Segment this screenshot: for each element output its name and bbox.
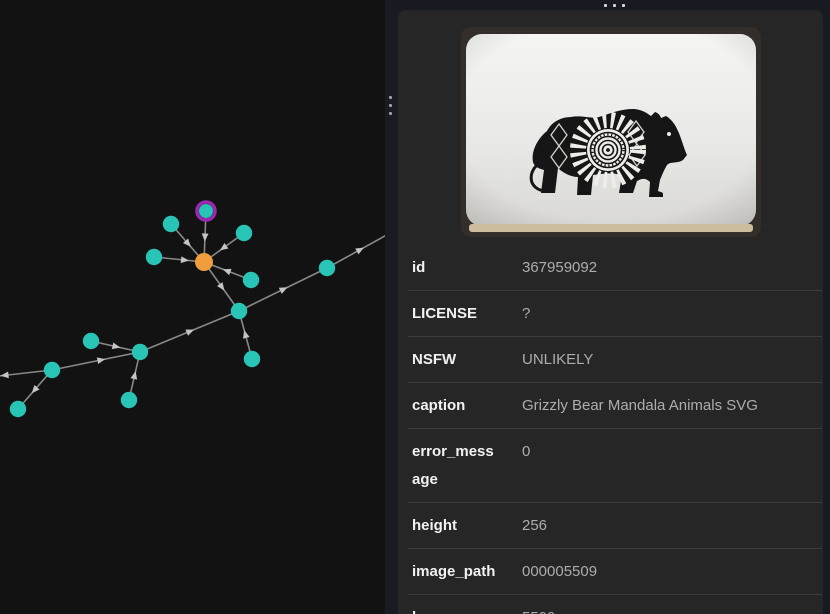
field-key: height <box>412 512 498 540</box>
panel-drag-handle-icon[interactable] <box>398 0 830 10</box>
graph-node-n13[interactable] <box>121 392 137 408</box>
detail-region: id 367959092 LICENSE? NSFW UNLIKELY caption Gr… <box>398 0 830 614</box>
edge-arrow-icon <box>185 326 195 335</box>
field-value: UNLIKELY <box>522 346 822 374</box>
graph-edge <box>52 352 140 370</box>
field-row-image_path: image_path 000005509 <box>408 549 822 595</box>
field-row-id: id 367959092 <box>408 245 822 291</box>
field-row-caption: caption Grizzly Bear Mandala Animals SVG <box>408 383 822 429</box>
graph-node-n1[interactable] <box>163 216 179 232</box>
graph-node-n9[interactable] <box>83 333 99 349</box>
field-row-error_message: error_message 0 <box>408 429 822 503</box>
edge-arrow-icon <box>222 266 232 275</box>
field-key: LICENSE <box>412 300 498 328</box>
graph-node-n2[interactable] <box>199 204 213 218</box>
graph-canvas[interactable] <box>0 0 385 614</box>
graph-node-n8[interactable] <box>231 303 247 319</box>
graph-node-n12[interactable] <box>44 362 60 378</box>
graph-node-n4[interactable] <box>146 249 162 265</box>
graph-node-n11[interactable] <box>244 351 260 367</box>
graph-node-n5[interactable] <box>195 253 213 271</box>
graph-edge <box>327 232 385 268</box>
graph-node-n6[interactable] <box>243 272 259 288</box>
graph-node-n3[interactable] <box>236 225 252 241</box>
bear-mandala-illustration <box>461 27 761 237</box>
graph-node-n14[interactable] <box>10 401 26 417</box>
edge-arrow-icon <box>279 284 289 294</box>
field-key: key <box>412 604 498 614</box>
splitter-grip-icon[interactable] <box>389 96 392 115</box>
field-value: 367959092 <box>522 254 822 282</box>
edge-arrow-icon <box>241 329 250 338</box>
field-key: error_message <box>412 438 498 494</box>
graph-node-n10[interactable] <box>132 344 148 360</box>
field-row-key: key 5509 <box>408 595 822 614</box>
graph-pane[interactable] <box>0 0 385 614</box>
panel-splitter[interactable] <box>385 0 398 614</box>
field-key: id <box>412 254 498 282</box>
edge-arrow-icon <box>0 372 9 380</box>
field-value: Grizzly Bear Mandala Animals SVG <box>522 392 822 420</box>
field-value: 0 <box>522 438 822 466</box>
edge-arrow-icon <box>355 245 365 255</box>
field-key: NSFW <box>412 346 498 374</box>
edge-arrow-icon <box>181 256 190 264</box>
field-key: image_path <box>412 558 498 586</box>
edge-arrow-icon <box>201 233 208 241</box>
field-row-height: height 256 <box>408 503 822 549</box>
product-image[interactable] <box>461 27 761 237</box>
graph-node-n7[interactable] <box>319 260 335 276</box>
detail-panel: id 367959092 LICENSE? NSFW UNLIKELY caption Gr… <box>398 10 823 614</box>
field-value: 5509 <box>522 604 822 614</box>
field-key: caption <box>412 392 498 420</box>
field-value: 000005509 <box>522 558 822 586</box>
kv-table: id 367959092 LICENSE? NSFW UNLIKELY caption Gr… <box>408 245 822 614</box>
field-row-LICENSE: LICENSE? <box>408 291 822 337</box>
field-value: ? <box>522 300 822 328</box>
field-row-NSFW: NSFW UNLIKELY <box>408 337 822 383</box>
field-value: 256 <box>522 512 822 540</box>
